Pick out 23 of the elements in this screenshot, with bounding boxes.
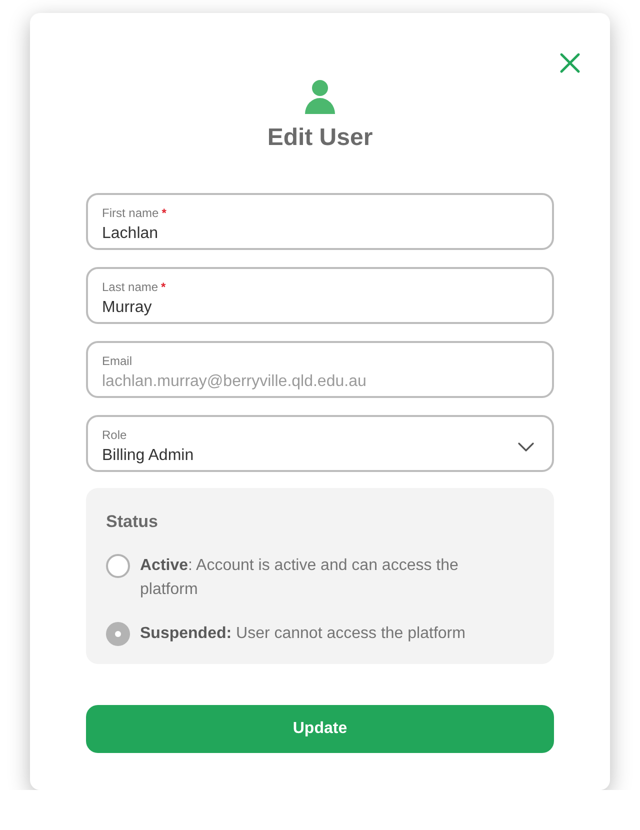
required-mark: * (162, 204, 166, 220)
field-label: First name (102, 204, 159, 220)
close-button[interactable] (560, 53, 580, 73)
status-heading: Status (106, 511, 158, 533)
field-value: Murray (102, 298, 152, 318)
field-value: Lachlan (102, 224, 158, 244)
field-label: Email (102, 352, 132, 368)
close-icon (560, 53, 580, 73)
text-field[interactable]: First name * Lachlan (86, 193, 554, 250)
field-value: lachlan.murray@berryville.qld.edu.au (102, 372, 366, 392)
dialog-title: Edit User (267, 123, 373, 153)
dropdown-field[interactable]: Role Billing Admin (86, 415, 554, 472)
option-text: Active: Account is active and can access the platform (140, 556, 460, 600)
option-text: Suspended: User cannot access the platform (140, 624, 466, 644)
radio-button[interactable] (106, 554, 130, 578)
person-icon (305, 80, 335, 114)
field-value: Billing Admin (102, 446, 194, 466)
text-field[interactable]: Last name * Murray (86, 267, 554, 324)
field-label: Role (102, 426, 127, 442)
required-mark: * (161, 278, 166, 294)
field-label: Last name (102, 278, 158, 294)
chevron-down-icon (518, 442, 534, 452)
radio-button[interactable] (106, 622, 130, 646)
